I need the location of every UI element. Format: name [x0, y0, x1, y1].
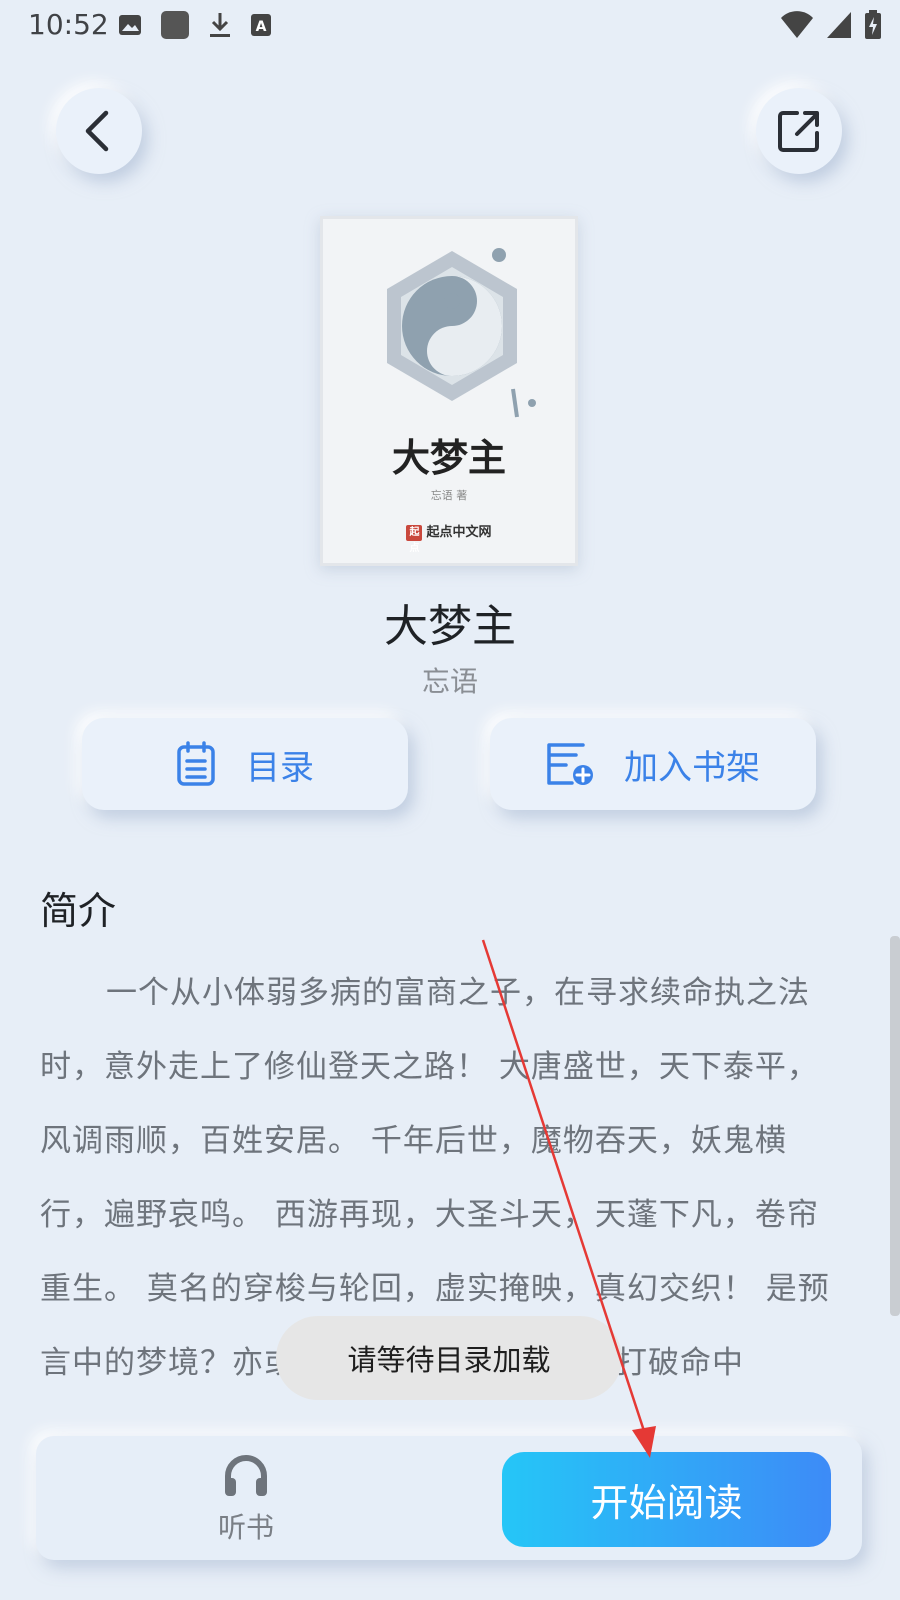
- status-bar: 10:52 A: [0, 0, 900, 56]
- share-button[interactable]: [756, 88, 842, 174]
- battery-charging-icon: [865, 10, 881, 39]
- headphones-icon: [225, 1455, 267, 1496]
- toast-message: 请等待目录加载: [276, 1316, 622, 1400]
- book-cover[interactable]: 大梦主 忘语 著 起点起点中文网: [320, 216, 578, 566]
- add-shelf-label: 加入书架: [624, 747, 760, 788]
- svg-text:A: A: [256, 19, 267, 35]
- download-icon: [210, 13, 230, 37]
- publisher-name: 起点中文网: [426, 525, 492, 540]
- cover-publisher: 起点起点中文网: [323, 521, 575, 554]
- status-time: 10:52: [28, 8, 109, 41]
- listen-label: 听书: [217, 1511, 274, 1544]
- cover-title: 大梦主: [391, 435, 506, 480]
- start-reading-button[interactable]: 开始阅读: [502, 1452, 831, 1547]
- font-icon: A: [251, 14, 271, 36]
- bookshelf-add-icon: [547, 743, 593, 785]
- yin-yang-emblem: [387, 248, 536, 418]
- listen-button[interactable]: 听书: [186, 1452, 306, 1552]
- cover-author: 忘语 著: [430, 489, 468, 502]
- toc-label: 目录: [246, 747, 314, 788]
- share-external-icon: [778, 111, 819, 152]
- signal-icon: [827, 12, 851, 38]
- document-list-icon: [177, 741, 215, 786]
- image-notification-icon: [119, 15, 141, 35]
- back-button[interactable]: [56, 88, 142, 174]
- chevron-left-icon: [85, 110, 109, 152]
- bottom-action-bar: 听书 开始阅读: [36, 1436, 862, 1560]
- book-title: 大梦主: [384, 601, 516, 652]
- intro-heading: 简介: [40, 889, 117, 933]
- scrollbar[interactable]: [890, 936, 900, 1316]
- publisher-seal: 起点: [406, 524, 423, 554]
- table-of-contents-button[interactable]: 目录: [82, 718, 408, 810]
- app-notification-icon: [161, 11, 189, 39]
- book-author[interactable]: 忘语: [0, 660, 900, 700]
- add-to-bookshelf-button[interactable]: 加入书架: [490, 718, 816, 810]
- wifi-icon: [781, 11, 813, 38]
